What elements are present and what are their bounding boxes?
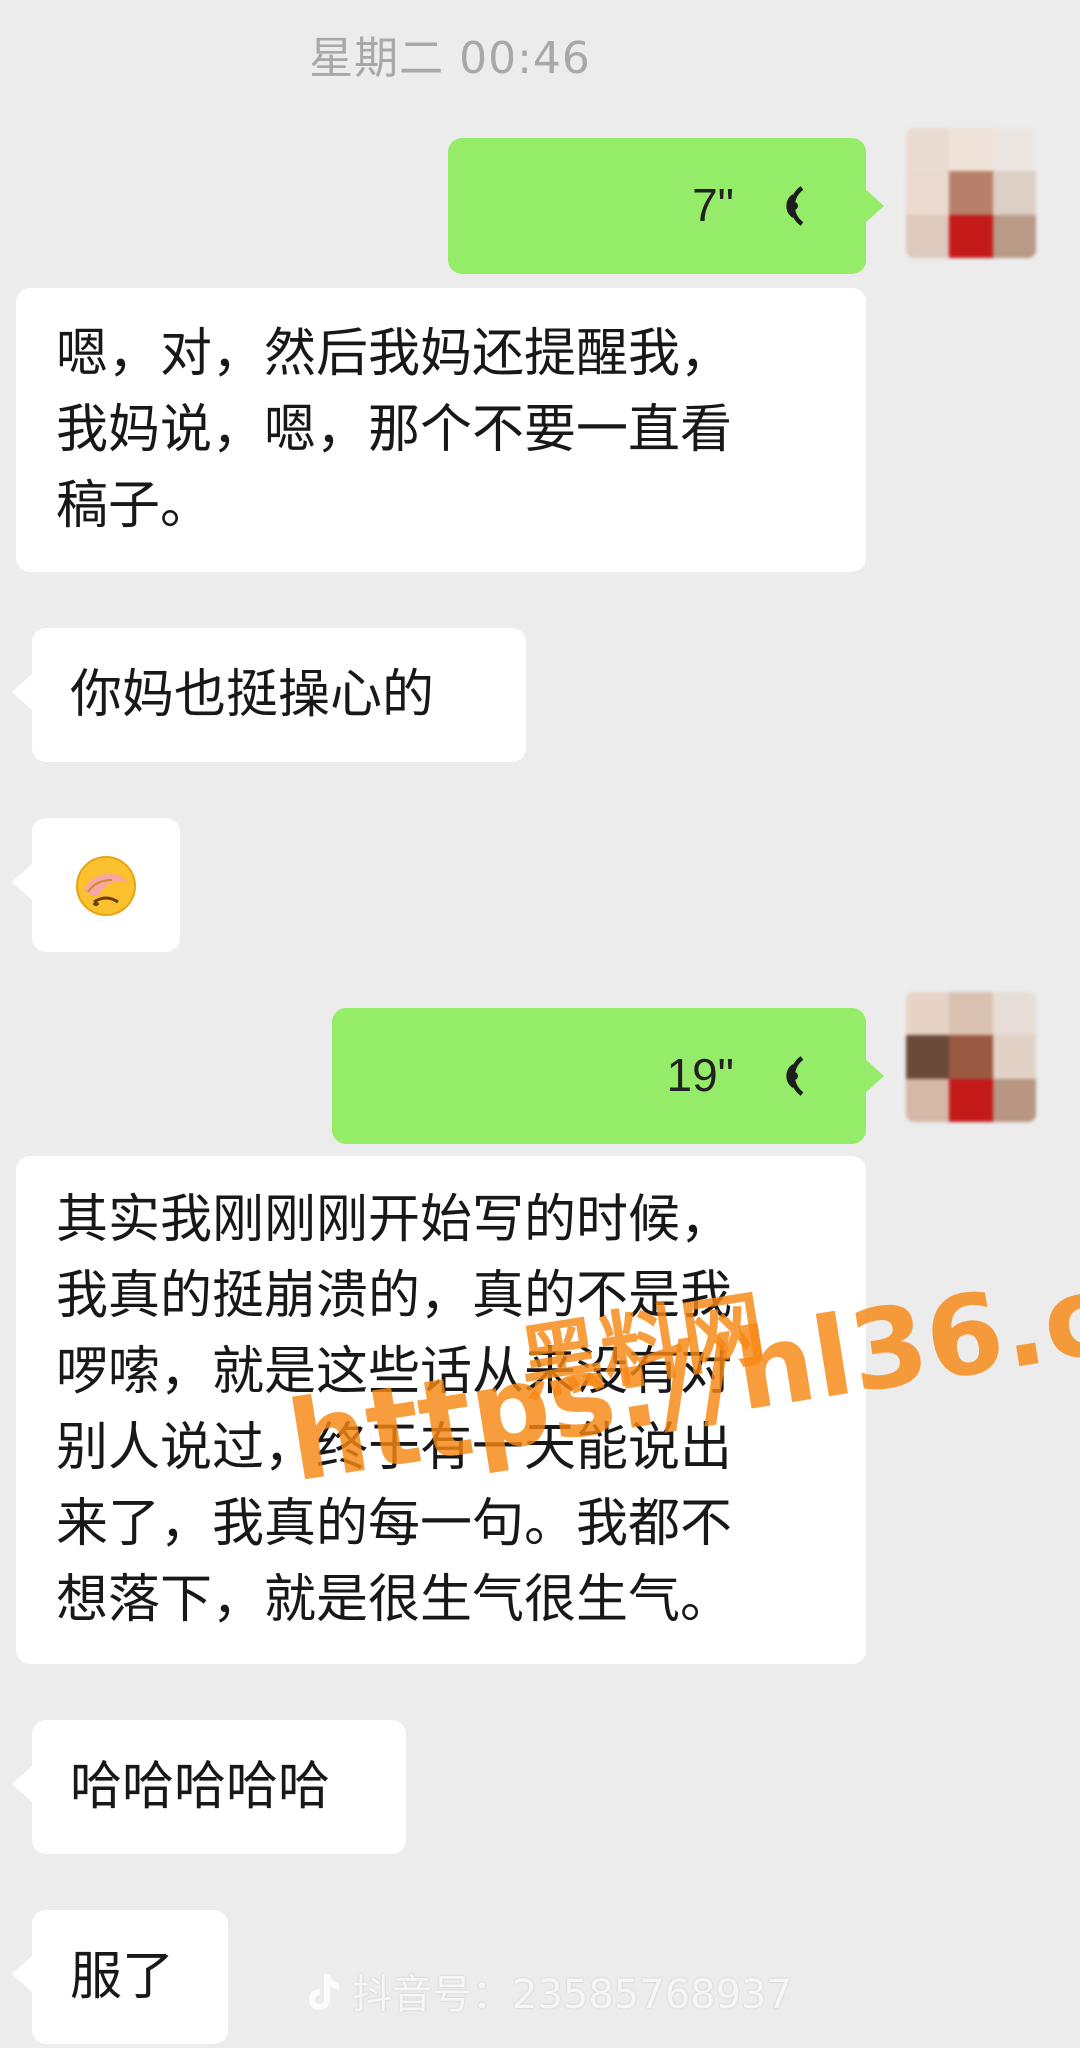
- message-line: 我妈说，嗯，那个不要一直看: [56, 400, 733, 460]
- voice-message[interactable]: 7": [448, 138, 884, 274]
- message-line: 来了，我真的每一句。我都不: [56, 1494, 733, 1554]
- douyin-watermark: 抖音号：23585768937: [300, 1962, 792, 2020]
- chat-timestamp: 星期二 00:46: [309, 33, 591, 84]
- message-line: 服了: [70, 1947, 175, 2007]
- message-line: 想落下，就是很生气很生气。: [56, 1570, 733, 1630]
- avatar[interactable]: [906, 128, 1036, 258]
- voice-wave-icon: [786, 186, 804, 226]
- message-line: 稿子。: [56, 476, 213, 536]
- douyin-logo-icon: [309, 1974, 339, 2010]
- message-line: 我真的挺崩溃的，真的不是我: [56, 1266, 733, 1326]
- message-line: 你妈也挺操心的: [70, 665, 435, 725]
- voice-duration: 7": [692, 179, 734, 231]
- avatar[interactable]: [906, 992, 1036, 1122]
- message-bubble[interactable]: 嗯，对，然后我妈还提醒我， 我妈说，嗯，那个不要一直看 稿子。: [16, 288, 866, 572]
- message-line: 哈哈哈哈哈: [70, 1757, 331, 1817]
- message-bubble[interactable]: 哈哈哈哈哈: [12, 1720, 406, 1854]
- message-line: 其实我刚刚刚开始写的时候，: [56, 1190, 733, 1250]
- douyin-id: 抖音号：23585768937: [352, 1972, 792, 2018]
- voice-duration: 19": [666, 1049, 735, 1101]
- message-line: 别人说过，终于有一天能说出: [56, 1418, 733, 1478]
- facepalm-emoji: [76, 856, 136, 916]
- message-bubble[interactable]: 你妈也挺操心的: [12, 628, 526, 762]
- voice-message[interactable]: 19": [332, 1008, 884, 1144]
- emoji-message[interactable]: [12, 818, 180, 952]
- message-bubble[interactable]: 其实我刚刚刚开始写的时候， 我真的挺崩溃的，真的不是我 啰嗦，就是这些话从来没有…: [16, 1156, 866, 1664]
- message-bubble[interactable]: 服了: [12, 1910, 228, 2044]
- message-line: 嗯，对，然后我妈还提醒我，: [56, 324, 733, 384]
- message-line: 啰嗦，就是这些话从来没有对: [56, 1342, 733, 1402]
- voice-wave-icon: [786, 1056, 804, 1096]
